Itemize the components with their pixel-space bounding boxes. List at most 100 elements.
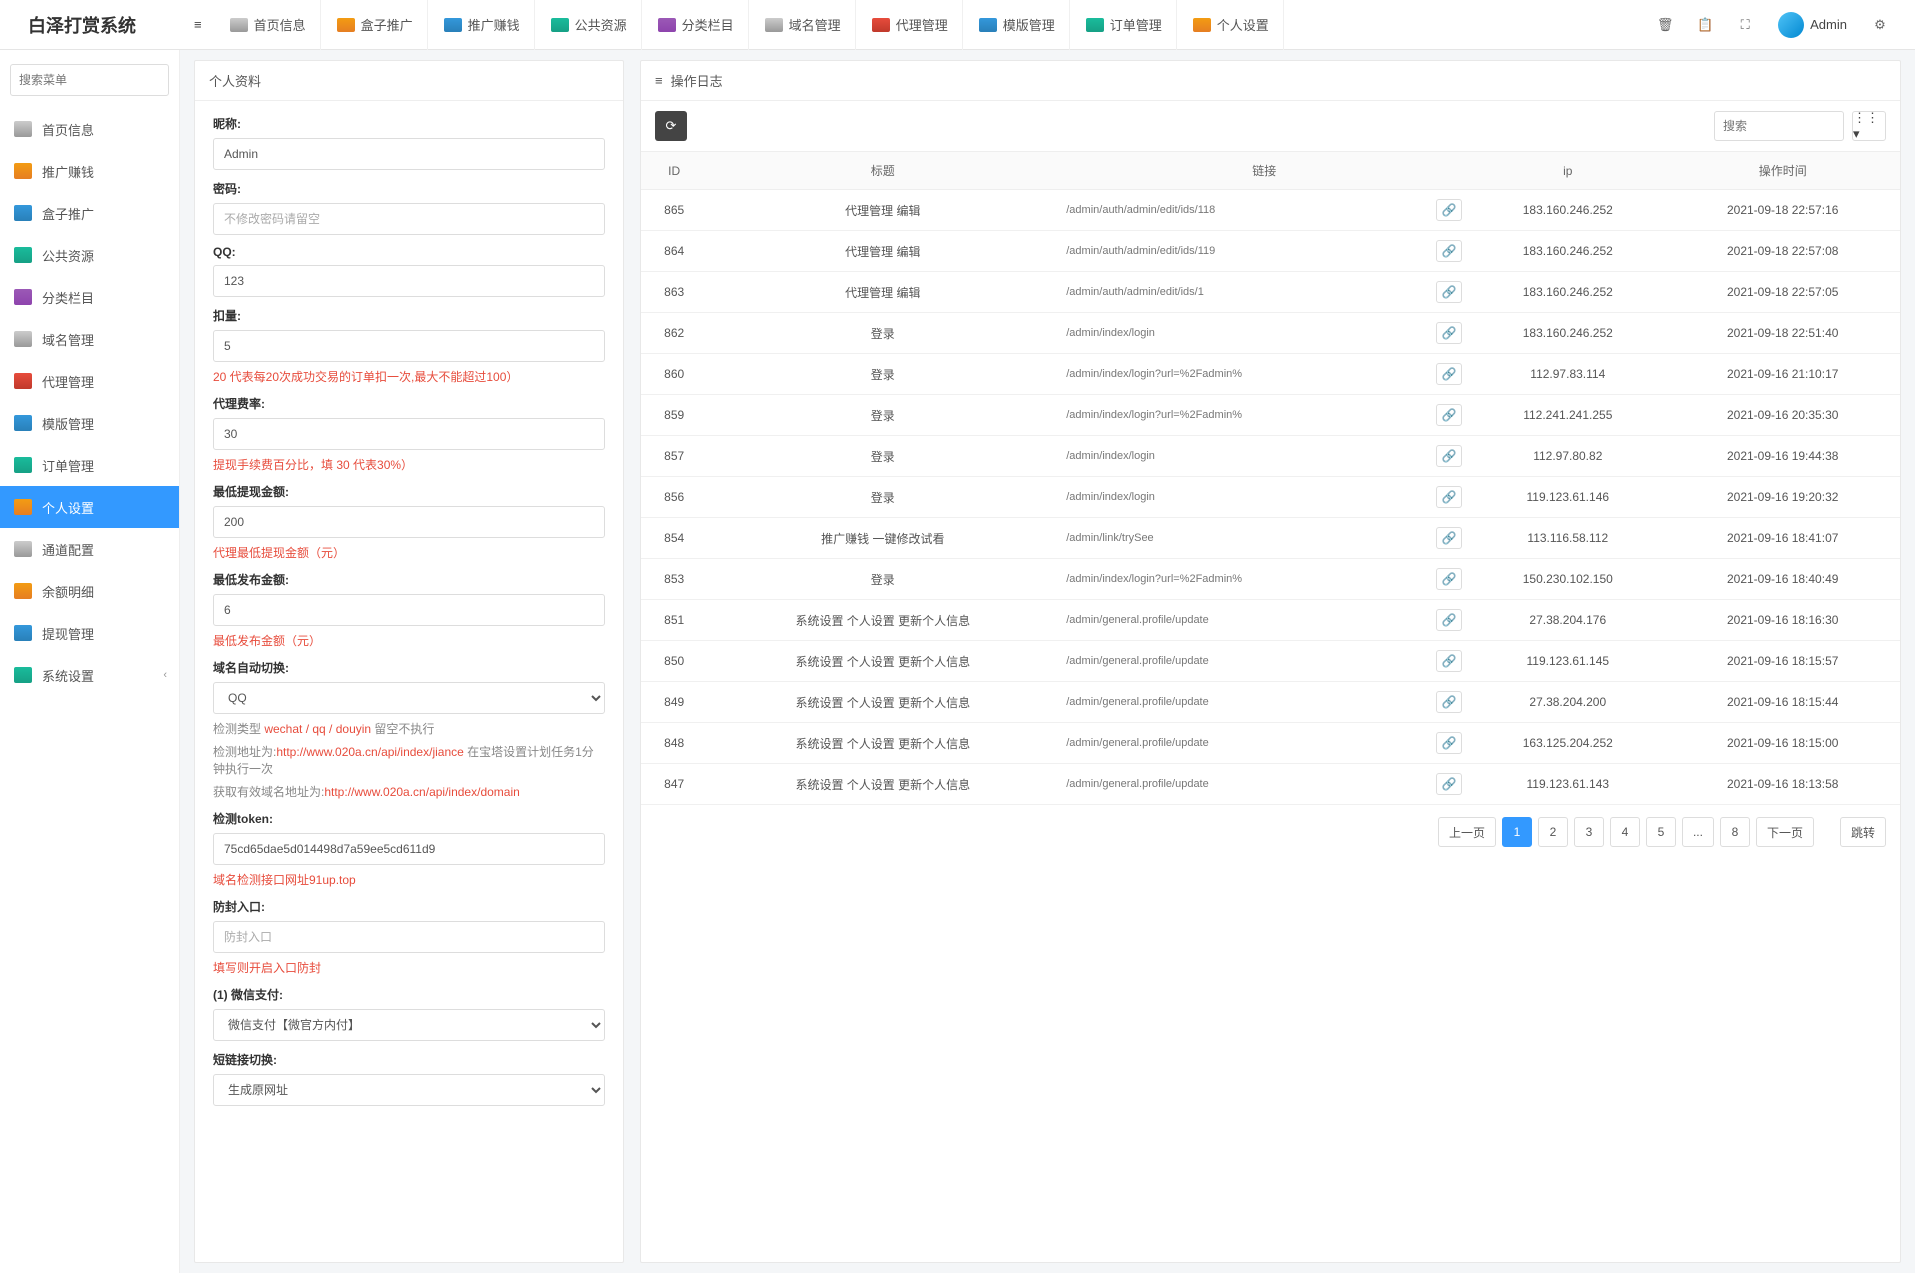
sidebar-search-input[interactable] xyxy=(10,64,169,96)
topnav-item[interactable]: 首页信息 xyxy=(216,0,321,50)
link-icon[interactable]: 🔗 xyxy=(1436,404,1462,426)
column-header[interactable]: 操作时间 xyxy=(1665,152,1900,190)
link-icon[interactable]: 🔗 xyxy=(1436,281,1462,303)
domain-switch-select[interactable]: QQ xyxy=(213,682,605,714)
sidebar-item[interactable]: 系统设置‹ xyxy=(0,654,179,696)
profile-panel: 个人资料 昵称: 密码: QQ: 扣量: 20 代表每20次成功交易的订单扣一次… xyxy=(194,60,624,1263)
link-icon[interactable]: 🔗 xyxy=(1436,732,1462,754)
pager-page[interactable]: 4 xyxy=(1610,817,1640,847)
cell-link: /admin/general.profile/update🔗 xyxy=(1058,600,1470,641)
log-header: ≡ 操作日志 xyxy=(641,61,1900,101)
qq-input[interactable] xyxy=(213,265,605,297)
link-icon[interactable]: 🔗 xyxy=(1436,199,1462,221)
pager-jump[interactable]: 跳转 xyxy=(1840,817,1886,847)
topnav-item[interactable]: 分类栏目 xyxy=(644,0,749,50)
sidebar-item[interactable]: 通道配置 xyxy=(0,528,179,570)
nickname-input[interactable] xyxy=(213,138,605,170)
cell-title: 登录 xyxy=(707,395,1058,436)
sidebar-item[interactable]: 代理管理 xyxy=(0,360,179,402)
cell-time: 2021-09-16 19:44:38 xyxy=(1665,436,1900,477)
cell-ip: 183.160.246.252 xyxy=(1470,272,1665,313)
sidebar-item[interactable]: 个人设置 xyxy=(0,486,179,528)
topnav-item[interactable]: 推广赚钱 xyxy=(430,0,535,50)
sidebar-item[interactable]: 分类栏目 xyxy=(0,276,179,318)
column-header[interactable]: ip xyxy=(1470,152,1665,190)
cell-title: 登录 xyxy=(707,477,1058,518)
column-header[interactable]: 链接 xyxy=(1058,152,1470,190)
cell-time: 2021-09-18 22:51:40 xyxy=(1665,313,1900,354)
sidebar-item[interactable]: 推广赚钱 xyxy=(0,150,179,192)
link-icon[interactable]: 🔗 xyxy=(1436,445,1462,467)
gear-icon[interactable]: ⚙ xyxy=(1863,8,1897,42)
sidebar-item[interactable]: 订单管理 xyxy=(0,444,179,486)
topnav-item[interactable]: 订单管理 xyxy=(1072,0,1177,50)
pager-prev[interactable]: 上一页 xyxy=(1438,817,1496,847)
password-input[interactable] xyxy=(213,203,605,235)
list-icon: ≡ xyxy=(655,73,663,88)
column-header[interactable]: ID xyxy=(641,152,707,190)
cell-id: 860 xyxy=(641,354,707,395)
link-icon[interactable]: 🔗 xyxy=(1436,568,1462,590)
topnav-item[interactable]: 代理管理 xyxy=(858,0,963,50)
link-icon[interactable]: 🔗 xyxy=(1436,773,1462,795)
clipboard-icon[interactable]: 📋 xyxy=(1688,8,1722,42)
link-icon[interactable]: 🔗 xyxy=(1436,609,1462,631)
trash-icon[interactable]: 🗑 xyxy=(1648,8,1682,42)
min-withdraw-input[interactable] xyxy=(213,506,605,538)
pager-next[interactable]: 下一页 xyxy=(1756,817,1814,847)
column-header[interactable]: 标题 xyxy=(707,152,1058,190)
sidebar-item[interactable]: 余额明细 xyxy=(0,570,179,612)
menu-icon xyxy=(14,583,32,599)
min-publish-input[interactable] xyxy=(213,594,605,626)
link-icon[interactable]: 🔗 xyxy=(1436,486,1462,508)
discount-label: 扣量: xyxy=(213,307,605,324)
columns-toggle[interactable]: ⋮⋮ ▾ xyxy=(1852,111,1886,141)
token-label: 检测token: xyxy=(213,810,605,827)
cell-id: 847 xyxy=(641,764,707,805)
sidebar-item[interactable]: 模版管理 xyxy=(0,402,179,444)
pager-page[interactable]: 1 xyxy=(1502,817,1532,847)
pager-page[interactable]: 5 xyxy=(1646,817,1676,847)
agent-rate-input[interactable] xyxy=(213,418,605,450)
pager-page[interactable]: 8 xyxy=(1720,817,1750,847)
profile-header: 个人资料 xyxy=(195,61,623,101)
link-icon[interactable]: 🔗 xyxy=(1436,691,1462,713)
sidebar-item[interactable]: 首页信息 xyxy=(0,108,179,150)
topnav-item[interactable]: 个人设置 xyxy=(1179,0,1284,50)
link-icon[interactable]: 🔗 xyxy=(1436,650,1462,672)
token-input[interactable] xyxy=(213,833,605,865)
sidebar-item[interactable]: 公共资源 xyxy=(0,234,179,276)
discount-input[interactable] xyxy=(213,330,605,362)
topnav-item[interactable]: 盒子推广 xyxy=(323,0,428,50)
pager-page[interactable]: 3 xyxy=(1574,817,1604,847)
pager-page[interactable]: ... xyxy=(1682,817,1714,847)
cell-title: 系统设置 个人设置 更新个人信息 xyxy=(707,600,1058,641)
cell-id: 859 xyxy=(641,395,707,436)
sidebar-item[interactable]: 提现管理 xyxy=(0,612,179,654)
table-row: 853登录/admin/index/login?url=%2Fadmin%🔗15… xyxy=(641,559,1900,600)
cell-id: 849 xyxy=(641,682,707,723)
cell-id: 862 xyxy=(641,313,707,354)
sidebar-item[interactable]: 盒子推广 xyxy=(0,192,179,234)
link-icon[interactable]: 🔗 xyxy=(1436,240,1462,262)
sidebar-toggle[interactable]: ≡ xyxy=(180,17,216,32)
link-icon[interactable]: 🔗 xyxy=(1436,527,1462,549)
topnav-item[interactable]: 域名管理 xyxy=(751,0,856,50)
table-search-input[interactable] xyxy=(1714,111,1844,141)
sidebar-item[interactable]: 域名管理 xyxy=(0,318,179,360)
topnav-item[interactable]: 公共资源 xyxy=(537,0,642,50)
pager-page[interactable]: 2 xyxy=(1538,817,1568,847)
table-row: 862登录/admin/index/login🔗183.160.246.2522… xyxy=(641,313,1900,354)
admin-menu[interactable]: Admin xyxy=(1768,12,1857,38)
shortlink-select[interactable]: 生成原网址 xyxy=(213,1074,605,1106)
fullscreen-icon[interactable]: ⛶ xyxy=(1728,8,1762,42)
nav-icon xyxy=(658,18,676,32)
refresh-button[interactable]: ⟳ xyxy=(655,111,687,141)
topnav-item[interactable]: 模版管理 xyxy=(965,0,1070,50)
min-withdraw-hint: 代理最低提现金额（元） xyxy=(213,544,605,561)
wxpay-select[interactable]: 微信支付【微官方内付】 xyxy=(213,1009,605,1041)
menu-icon xyxy=(14,541,32,557)
link-icon[interactable]: 🔗 xyxy=(1436,363,1462,385)
link-icon[interactable]: 🔗 xyxy=(1436,322,1462,344)
entry-input[interactable] xyxy=(213,921,605,953)
